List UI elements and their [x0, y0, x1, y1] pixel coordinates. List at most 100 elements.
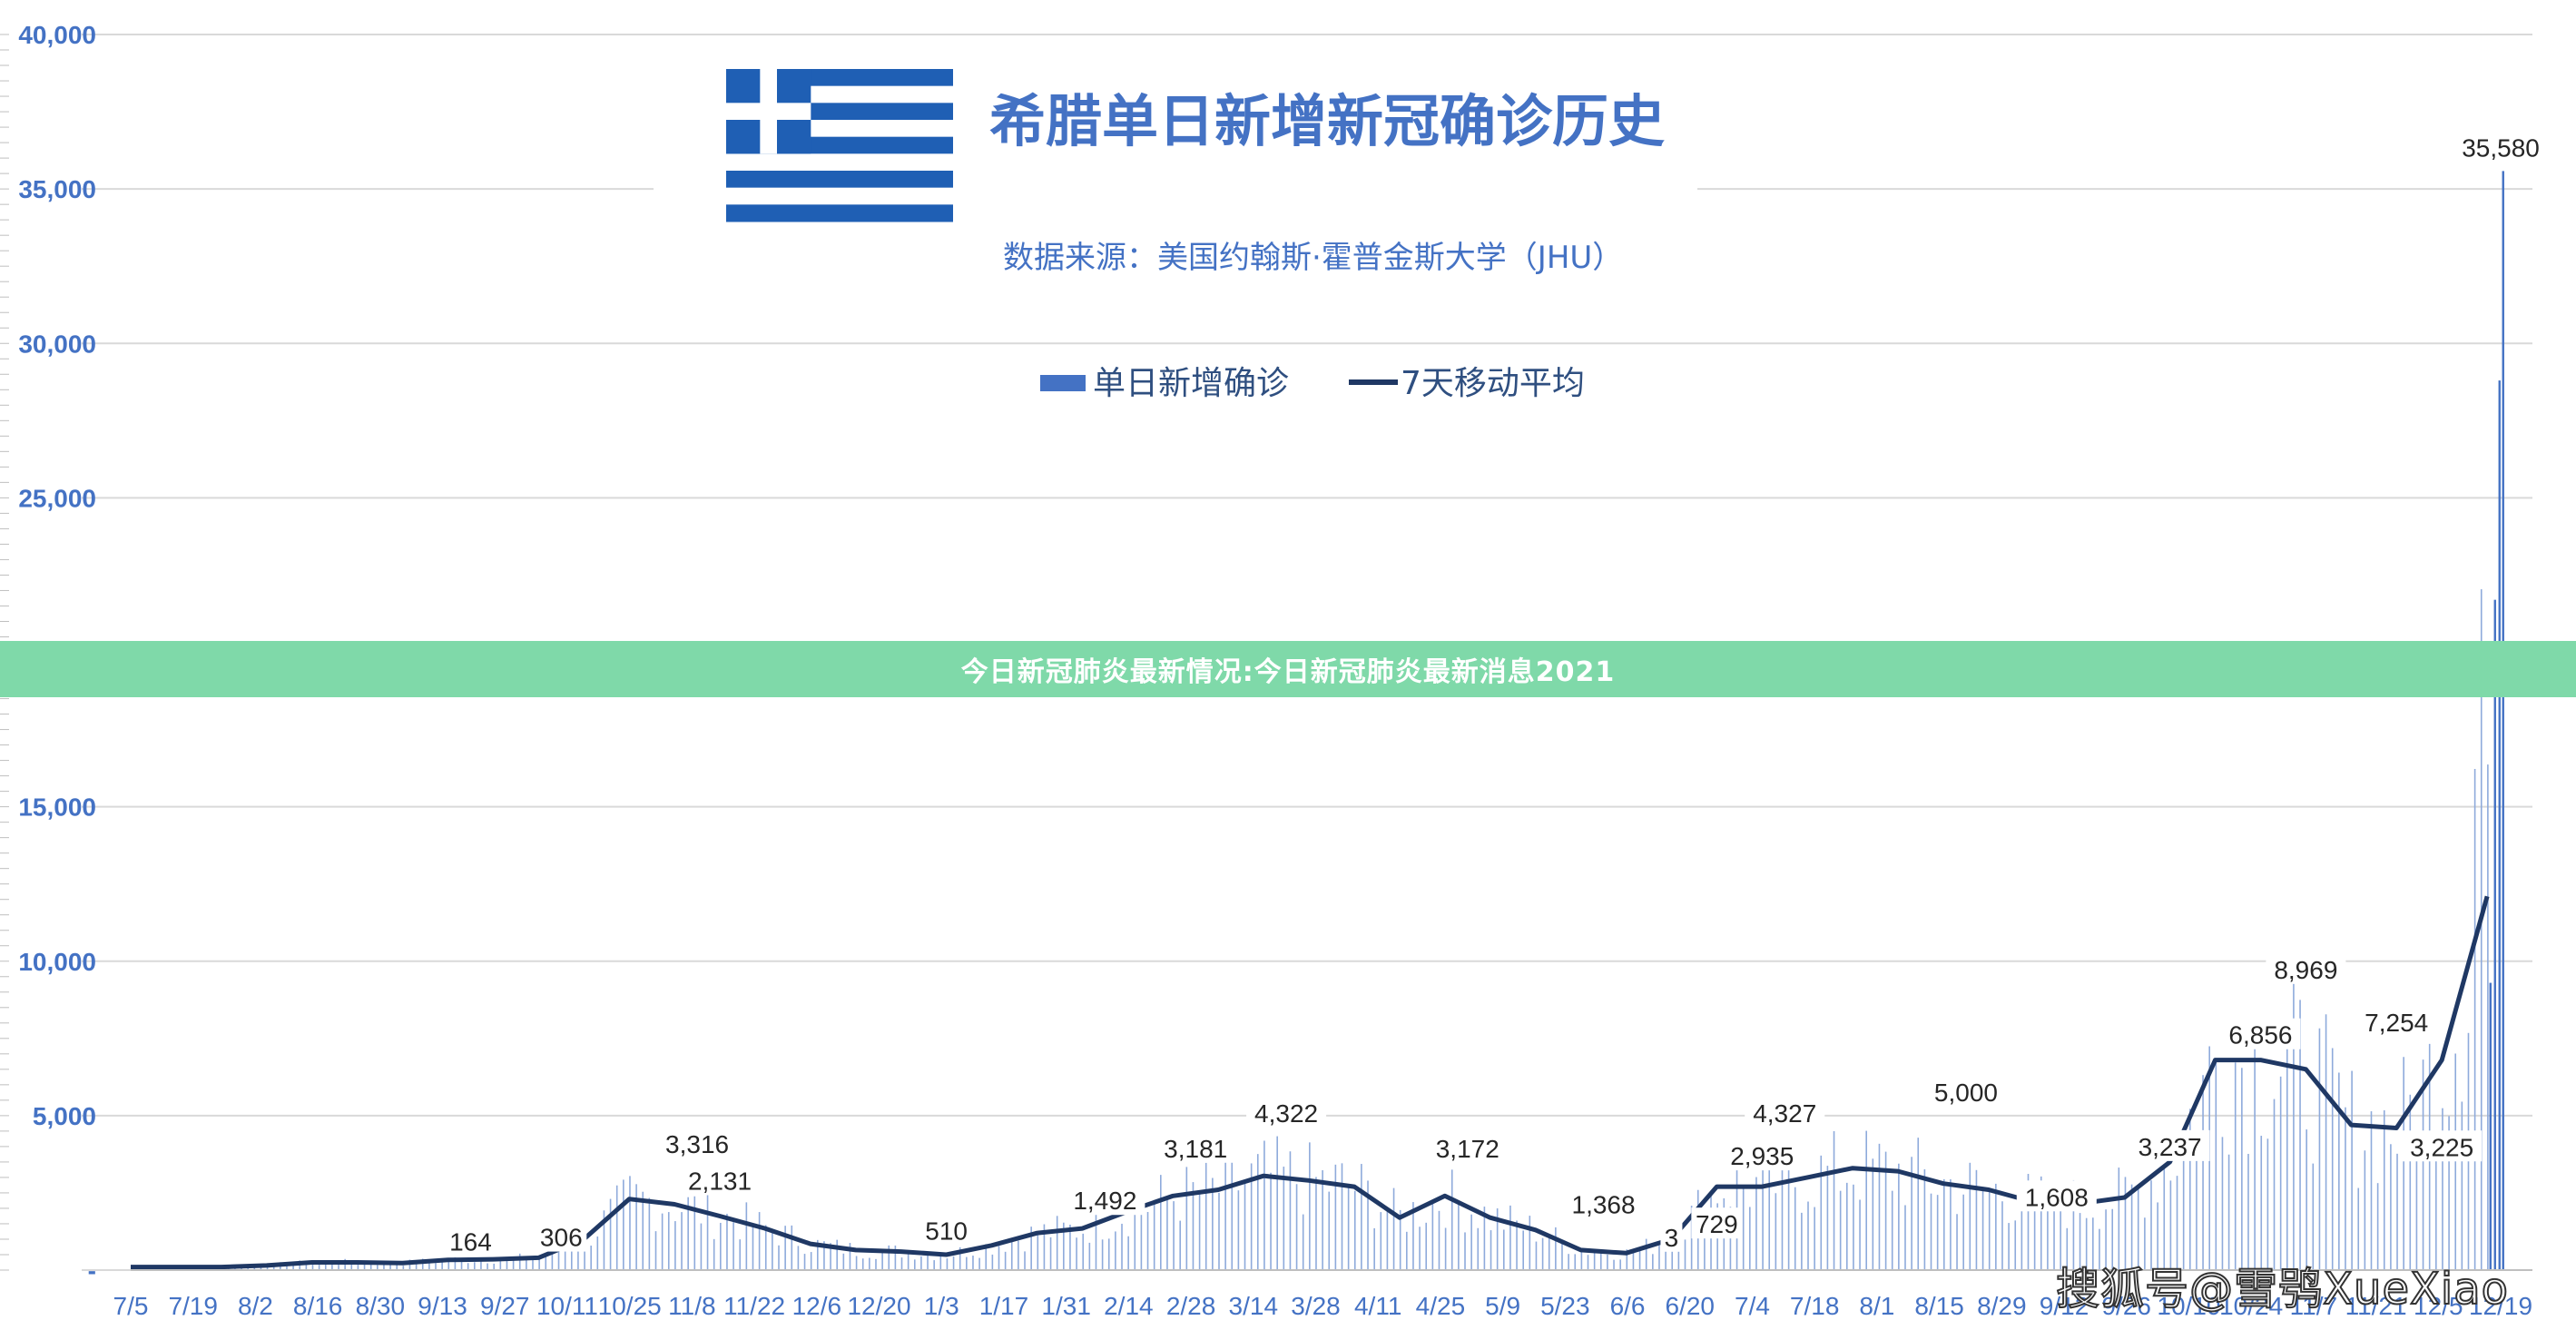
x-tick-label: 1/3	[924, 1292, 959, 1320]
daily-bar	[2390, 1144, 2392, 1270]
daily-bar	[1438, 1210, 1440, 1270]
daily-bar	[1270, 1172, 1272, 1270]
x-tick-label: 5/9	[1485, 1292, 1520, 1320]
chart-subtitle: 数据来源：美国约翰斯·霍普金斯大学（JHU）	[1003, 240, 1623, 276]
daily-bar	[1599, 1251, 1602, 1270]
daily-bar	[1853, 1184, 1854, 1270]
daily-bar	[1173, 1201, 1175, 1270]
daily-bar	[1322, 1170, 1323, 1270]
daily-bar	[474, 1262, 476, 1270]
daily-bar	[1101, 1239, 1104, 1270]
daily-bar	[499, 1259, 502, 1270]
daily-bar	[1904, 1205, 1906, 1270]
daily-bar	[1794, 1187, 1796, 1270]
daily-bar	[1613, 1259, 1615, 1270]
daily-bar	[435, 1263, 437, 1270]
daily-bar	[1347, 1185, 1350, 1270]
daily-bar	[1645, 1238, 1647, 1270]
daily-bar	[1127, 1236, 1129, 1270]
daily-bar	[1490, 1230, 1492, 1270]
x-tick-label: 8/15	[1914, 1292, 1964, 1320]
daily-bar	[2260, 1136, 2263, 1270]
daily-bar	[700, 1223, 703, 1270]
daily-bar	[939, 1256, 942, 1270]
daily-bar	[2351, 1070, 2353, 1270]
daily-bar	[1942, 1178, 1945, 1270]
daily-bar	[1140, 1210, 1143, 1270]
daily-bar	[1587, 1255, 1589, 1270]
daily-bar	[752, 1227, 754, 1270]
data-label: 6,856	[2228, 1021, 2292, 1049]
x-tick-label: 10/11	[536, 1292, 598, 1320]
daily-bar	[1568, 1254, 1569, 1270]
daily-bar	[1807, 1201, 1809, 1270]
daily-bar	[2001, 1201, 2003, 1270]
daily-bar	[557, 1250, 560, 1270]
daily-bar	[1185, 1167, 1188, 1270]
daily-bar	[2014, 1220, 2017, 1270]
daily-bar	[526, 1259, 527, 1270]
daily-bar	[1283, 1167, 1285, 1270]
daily-bar	[2286, 1033, 2288, 1270]
daily-bar	[803, 1254, 806, 1270]
daily-bar	[1529, 1216, 1531, 1270]
daily-bar	[1146, 1212, 1149, 1270]
daily-bar	[2234, 1062, 2237, 1270]
x-tick-label: 7/19	[168, 1292, 218, 1320]
daily-bar	[1328, 1191, 1331, 1270]
daily-bar	[1859, 1199, 1861, 1270]
daily-bar	[998, 1246, 1000, 1270]
daily-bar	[661, 1213, 664, 1270]
daily-bar	[1018, 1240, 1019, 1270]
data-label: 7,254	[2365, 1009, 2428, 1037]
daily-bar	[1198, 1192, 1201, 1270]
legend-bar-label: 单日新增确诊	[1093, 365, 1289, 402]
flag-stripe	[726, 153, 953, 172]
daily-bar	[991, 1254, 994, 1270]
daily-bar	[745, 1202, 748, 1270]
daily-bar	[869, 1257, 870, 1270]
daily-bar	[1658, 1245, 1660, 1270]
daily-bar	[720, 1222, 722, 1270]
x-tick-label: 1/31	[1041, 1292, 1091, 1320]
daily-bar	[615, 1185, 618, 1270]
daily-bar	[1593, 1252, 1596, 1270]
x-tick-label: 12/20	[847, 1292, 910, 1320]
daily-bar	[1218, 1192, 1220, 1270]
daily-bar	[2020, 1206, 2023, 1270]
daily-bar	[1995, 1183, 1997, 1270]
headline-banner: 今日新冠肺炎最新情况:今日新冠肺炎最新消息2021	[0, 641, 2576, 697]
daily-bar	[1516, 1220, 1518, 1270]
daily-bar	[758, 1212, 761, 1270]
x-tick-label: 6/20	[1666, 1292, 1716, 1320]
daily-bar	[1386, 1210, 1389, 1270]
daily-bar	[1846, 1182, 1848, 1270]
daily-bar	[913, 1259, 916, 1270]
daily-bar	[2241, 1068, 2243, 1270]
x-tick-label: 9/13	[418, 1292, 467, 1320]
daily-bar	[1334, 1164, 1337, 1270]
x-tick-label: 12/6	[792, 1292, 842, 1320]
daily-bar	[2502, 171, 2504, 1270]
daily-bar	[791, 1225, 793, 1270]
daily-bar	[1470, 1214, 1472, 1270]
watermark: 搜狐号@雪鸮XueXiao	[2055, 1263, 2509, 1315]
daily-bar	[1309, 1142, 1311, 1270]
x-tick-label: 11/8	[668, 1292, 715, 1320]
x-tick-label: 8/1	[1859, 1292, 1894, 1320]
daily-bar	[726, 1213, 728, 1270]
daily-bar	[1166, 1196, 1168, 1270]
daily-bar	[1509, 1205, 1511, 1270]
daily-bar	[1237, 1190, 1240, 1270]
daily-bar	[1431, 1200, 1434, 1270]
daily-bar	[1095, 1207, 1097, 1270]
daily-bar	[1450, 1169, 1453, 1270]
daily-bar	[1244, 1181, 1246, 1270]
daily-bar	[1607, 1254, 1608, 1270]
daily-bar	[518, 1253, 521, 1270]
daily-bar	[1076, 1237, 1077, 1270]
x-tick-label: 6/6	[1610, 1292, 1646, 1320]
daily-bar	[1833, 1130, 1835, 1270]
flag-stripe	[726, 187, 953, 205]
daily-bar	[447, 1260, 450, 1270]
